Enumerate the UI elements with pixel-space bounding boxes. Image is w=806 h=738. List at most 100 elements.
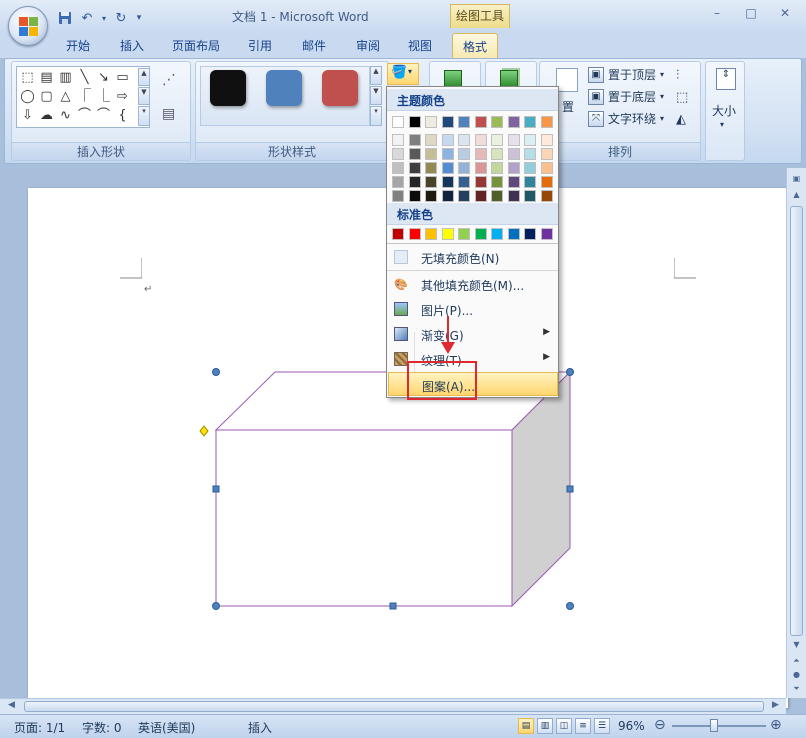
color-swatch[interactable] xyxy=(408,190,421,202)
tab-home[interactable]: 开始 xyxy=(66,37,90,54)
tab-view[interactable]: 视图 xyxy=(408,37,432,54)
color-swatch[interactable] xyxy=(507,134,520,146)
page-count[interactable]: 页面: 1/1 xyxy=(14,719,65,736)
color-swatch[interactable] xyxy=(524,134,536,146)
gradient-fill-menu-item[interactable]: 渐变(G) ▶ xyxy=(388,322,558,346)
color-swatch[interactable] xyxy=(491,148,503,160)
styles-scroll-up-button[interactable]: ▲ xyxy=(370,66,382,85)
color-swatch[interactable] xyxy=(458,176,470,188)
color-swatch[interactable] xyxy=(408,228,421,240)
color-swatch[interactable] xyxy=(491,162,503,174)
color-swatch[interactable] xyxy=(524,228,536,240)
style-swatch-red[interactable] xyxy=(322,70,358,106)
cube-shape[interactable] xyxy=(196,366,586,618)
size-icon[interactable]: ⇕ xyxy=(716,68,736,90)
color-swatch[interactable] xyxy=(524,148,536,160)
color-swatch[interactable] xyxy=(474,228,487,240)
resize-handle[interactable] xyxy=(212,368,220,376)
size-dropdown-icon[interactable]: ▾ xyxy=(720,120,724,129)
gallery-scroll-up-button[interactable]: ▲ xyxy=(138,68,150,86)
down-arrow-shape-icon[interactable]: ⇩ xyxy=(18,106,37,125)
customize-qat-icon[interactable]: ▾ xyxy=(134,9,144,27)
next-page-icon[interactable]: ⏷ xyxy=(790,682,803,695)
color-swatch[interactable] xyxy=(491,228,503,240)
color-swatch[interactable] xyxy=(474,176,487,188)
color-swatch[interactable] xyxy=(540,190,553,202)
color-swatch[interactable] xyxy=(458,228,470,240)
color-swatch[interactable] xyxy=(441,190,454,202)
save-icon[interactable] xyxy=(56,9,74,27)
color-swatch[interactable] xyxy=(540,162,553,174)
color-swatch[interactable] xyxy=(392,148,404,160)
color-swatch[interactable] xyxy=(491,134,503,146)
previous-page-icon[interactable]: ⏶ xyxy=(790,654,803,667)
color-swatch[interactable] xyxy=(458,134,470,146)
curve-shape-icon[interactable]: ⌒ xyxy=(75,106,94,125)
color-swatch[interactable] xyxy=(408,176,421,188)
color-swatch[interactable] xyxy=(474,134,487,146)
color-swatch[interactable] xyxy=(491,176,503,188)
color-swatch[interactable] xyxy=(540,176,553,188)
position-icon[interactable] xyxy=(556,68,578,92)
color-swatch[interactable] xyxy=(507,228,520,240)
color-swatch[interactable] xyxy=(408,162,421,174)
styles-more-button[interactable]: ▾ xyxy=(370,106,382,126)
color-swatch[interactable] xyxy=(425,162,437,174)
color-swatch[interactable] xyxy=(458,116,470,128)
tab-review[interactable]: 审阅 xyxy=(356,37,380,54)
arrow-line-shape-icon[interactable]: ↘ xyxy=(94,68,113,87)
cube-shape-icon[interactable]: ⬚ xyxy=(18,68,37,87)
rounded-rect-shape-icon[interactable]: ▢ xyxy=(37,87,56,106)
elbow-connector-icon[interactable]: ⎾ xyxy=(75,87,94,106)
resize-handle[interactable] xyxy=(212,602,220,610)
color-swatch[interactable] xyxy=(441,134,454,146)
print-layout-view-icon[interactable]: ▤ xyxy=(518,718,534,734)
shapes-gallery[interactable]: ⬚ ▤ ▥ ╲ ↘ ▭ ◯ ▢ △ ⎾ ⎿ ⇨ ⇩ ☁ ∿ ⌒ ⌒ { xyxy=(16,66,150,128)
color-swatch[interactable] xyxy=(425,228,437,240)
style-swatch-blue[interactable] xyxy=(266,70,302,106)
gallery-more-button[interactable]: ▾ xyxy=(138,106,150,126)
picture-fill-menu-item[interactable]: 图片(P)... xyxy=(388,297,558,321)
draft-view-icon[interactable]: ☰ xyxy=(594,718,610,734)
color-swatch[interactable] xyxy=(507,176,520,188)
bring-to-front-button[interactable]: ▣ 置于顶层 ▾ xyxy=(588,66,664,83)
shape-fill-button[interactable]: 🪣 ▾ xyxy=(387,63,419,85)
color-swatch[interactable] xyxy=(441,176,454,188)
maximize-button[interactable]: □ xyxy=(740,6,762,20)
color-swatch[interactable] xyxy=(524,162,536,174)
scroll-right-icon[interactable]: ▶ xyxy=(772,700,779,710)
scroll-up-icon[interactable]: ▲ xyxy=(790,188,803,201)
color-swatch[interactable] xyxy=(474,190,487,202)
elbow-arrow-icon[interactable]: ⎿ xyxy=(94,87,113,106)
text-wrap-button[interactable]: ⤧ 文字环绕 ▾ xyxy=(588,110,664,127)
redo-icon[interactable]: ↻ xyxy=(112,9,130,27)
more-fill-colors-menu-item[interactable]: 🎨 其他填充颜色(M)... xyxy=(388,272,558,296)
resize-handle[interactable] xyxy=(212,485,220,493)
color-swatch[interactable] xyxy=(392,176,404,188)
color-swatch[interactable] xyxy=(474,162,487,174)
color-swatch[interactable] xyxy=(441,116,454,128)
color-swatch[interactable] xyxy=(392,228,404,240)
color-swatch[interactable] xyxy=(425,134,437,146)
color-swatch[interactable] xyxy=(425,116,437,128)
color-swatch[interactable] xyxy=(507,162,520,174)
send-to-back-button[interactable]: ▣ 置于底层 ▾ xyxy=(588,88,664,105)
color-swatch[interactable] xyxy=(507,148,520,160)
color-swatch[interactable] xyxy=(441,148,454,160)
browse-object-icon[interactable]: ● xyxy=(790,668,803,681)
full-screen-reading-icon[interactable]: ▥ xyxy=(537,718,553,734)
ruler-toggle-icon[interactable]: ▣ xyxy=(790,172,803,185)
style-swatch-black[interactable] xyxy=(210,70,246,106)
vertical-scroll-thumb[interactable] xyxy=(790,206,803,636)
zoom-slider-thumb[interactable] xyxy=(710,719,718,732)
group-objects-icon[interactable]: ⬚ xyxy=(676,90,688,105)
vertical-scrollbar[interactable]: ▣ ▲ ▼ ⏶ ● ⏷ xyxy=(786,168,806,698)
edit-shape-icon[interactable]: ⋰ xyxy=(162,72,176,88)
color-swatch[interactable] xyxy=(392,190,404,202)
align-icon[interactable]: ⫶ xyxy=(676,68,679,83)
color-swatch[interactable] xyxy=(540,134,553,146)
zoom-slider-track[interactable] xyxy=(672,725,766,727)
textbox-shape-icon[interactable]: ▤ xyxy=(37,68,56,87)
color-swatch[interactable] xyxy=(458,190,470,202)
zoom-level[interactable]: 96% xyxy=(618,719,645,733)
